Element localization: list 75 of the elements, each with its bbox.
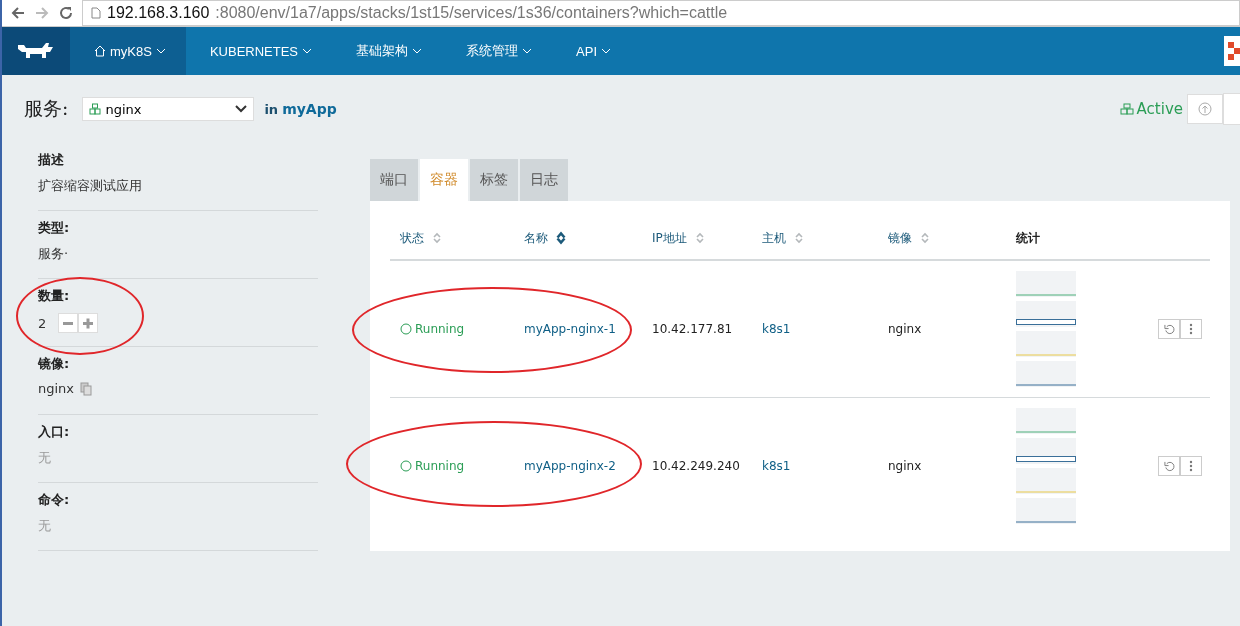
detail-label: 类型: — [38, 219, 71, 237]
nav-menu-item[interactable]: KUBERNETES — [189, 27, 333, 75]
detail-label: 命令: — [38, 491, 71, 509]
cow-logo-icon — [16, 41, 56, 61]
table-cell: 10.42.249.240 — [652, 459, 740, 473]
detail-value: nginx — [38, 381, 75, 396]
chevron-down-icon — [522, 48, 533, 54]
column-header[interactable]: 状态 — [400, 229, 424, 247]
tab[interactable]: 标签 — [470, 159, 518, 201]
restart-icon — [1163, 460, 1175, 472]
table-cell: 10.42.177.81 — [652, 322, 733, 336]
detail-value: 2 — [38, 315, 47, 331]
scale-up-button[interactable] — [78, 313, 99, 333]
chevron-down-icon — [302, 48, 313, 54]
more-icon — [1189, 323, 1193, 335]
detail-value: 无 — [38, 517, 51, 535]
detail-value: 无 — [38, 449, 51, 467]
plus-icon — [82, 317, 95, 329]
circle-icon — [400, 323, 412, 335]
chevron-down-icon — [235, 105, 248, 113]
chevron-down-icon — [412, 48, 423, 54]
reload-icon[interactable] — [58, 5, 74, 21]
page-title: 服务: — [24, 96, 69, 121]
restart-button[interactable] — [1158, 456, 1180, 476]
column-header[interactable]: 主机 — [762, 229, 786, 247]
more-options-button[interactable] — [1180, 319, 1202, 339]
back-icon[interactable] — [10, 5, 26, 21]
detail-label: 描述 — [38, 151, 65, 169]
detail-label: 入口: — [38, 423, 71, 441]
nav-menu-item[interactable]: API — [556, 27, 631, 75]
home-icon — [94, 45, 106, 57]
address-bar[interactable]: 192.168.3.160 :8080/env/1a7/apps/stacks/1st15/services/1s36/containers?which=cattle — [82, 0, 1240, 26]
more-options-button[interactable] — [1180, 456, 1202, 476]
service-icon — [89, 103, 102, 115]
page-icon — [91, 7, 101, 19]
scale-down-button[interactable] — [58, 313, 79, 333]
status-label: Running — [400, 322, 465, 336]
table-cell: nginx — [888, 459, 922, 473]
detail-label: 镜像: — [38, 355, 71, 373]
forward-icon[interactable] — [34, 5, 50, 21]
restart-icon — [1163, 323, 1175, 335]
grid-logo-icon — [1224, 36, 1240, 66]
table-cell: nginx — [888, 322, 922, 336]
host-link[interactable]: k8s1 — [762, 459, 791, 473]
detail-value: 服务· — [38, 245, 69, 263]
restart-button[interactable] — [1158, 319, 1180, 339]
chevron-down-icon — [601, 48, 611, 54]
tab[interactable]: 日志 — [520, 159, 568, 201]
upgrade-button[interactable] — [1187, 94, 1223, 124]
service-state: Active — [1119, 100, 1183, 118]
service-icon — [1119, 103, 1134, 115]
chevron-down-icon — [155, 48, 166, 54]
nav-menu-item[interactable]: 基础架构 — [336, 27, 443, 75]
detail-value: 扩容缩容测试应用 — [38, 177, 142, 195]
copy-icon[interactable] — [80, 381, 93, 396]
status-label: Running — [400, 459, 465, 473]
more-icon — [1189, 460, 1193, 472]
column-header[interactable]: IP地址 — [652, 229, 687, 247]
host-link[interactable]: k8s1 — [762, 322, 791, 336]
up-arrow-circle-icon — [1198, 102, 1212, 116]
tab[interactable]: 端口 — [370, 159, 418, 201]
nav-menu-item[interactable]: myK8S — [70, 27, 186, 75]
column-header: 统计 — [1016, 229, 1040, 247]
stack-link[interactable]: myApp — [282, 101, 337, 117]
nav-menu-item[interactable]: 系统管理 — [446, 27, 553, 75]
service-dropdown[interactable]: nginx — [82, 97, 255, 121]
column-header[interactable]: 名称 — [524, 229, 548, 247]
column-header[interactable]: 镜像 — [888, 229, 912, 247]
stack-label: in — [264, 101, 279, 117]
container-link[interactable]: myApp-nginx-2 — [524, 459, 616, 473]
circle-icon — [400, 460, 412, 472]
sort-icon[interactable] — [556, 231, 566, 245]
detail-label: 数量: — [38, 287, 71, 305]
container-link[interactable]: myApp-nginx-1 — [524, 322, 616, 336]
logo-tile[interactable] — [2, 27, 70, 75]
